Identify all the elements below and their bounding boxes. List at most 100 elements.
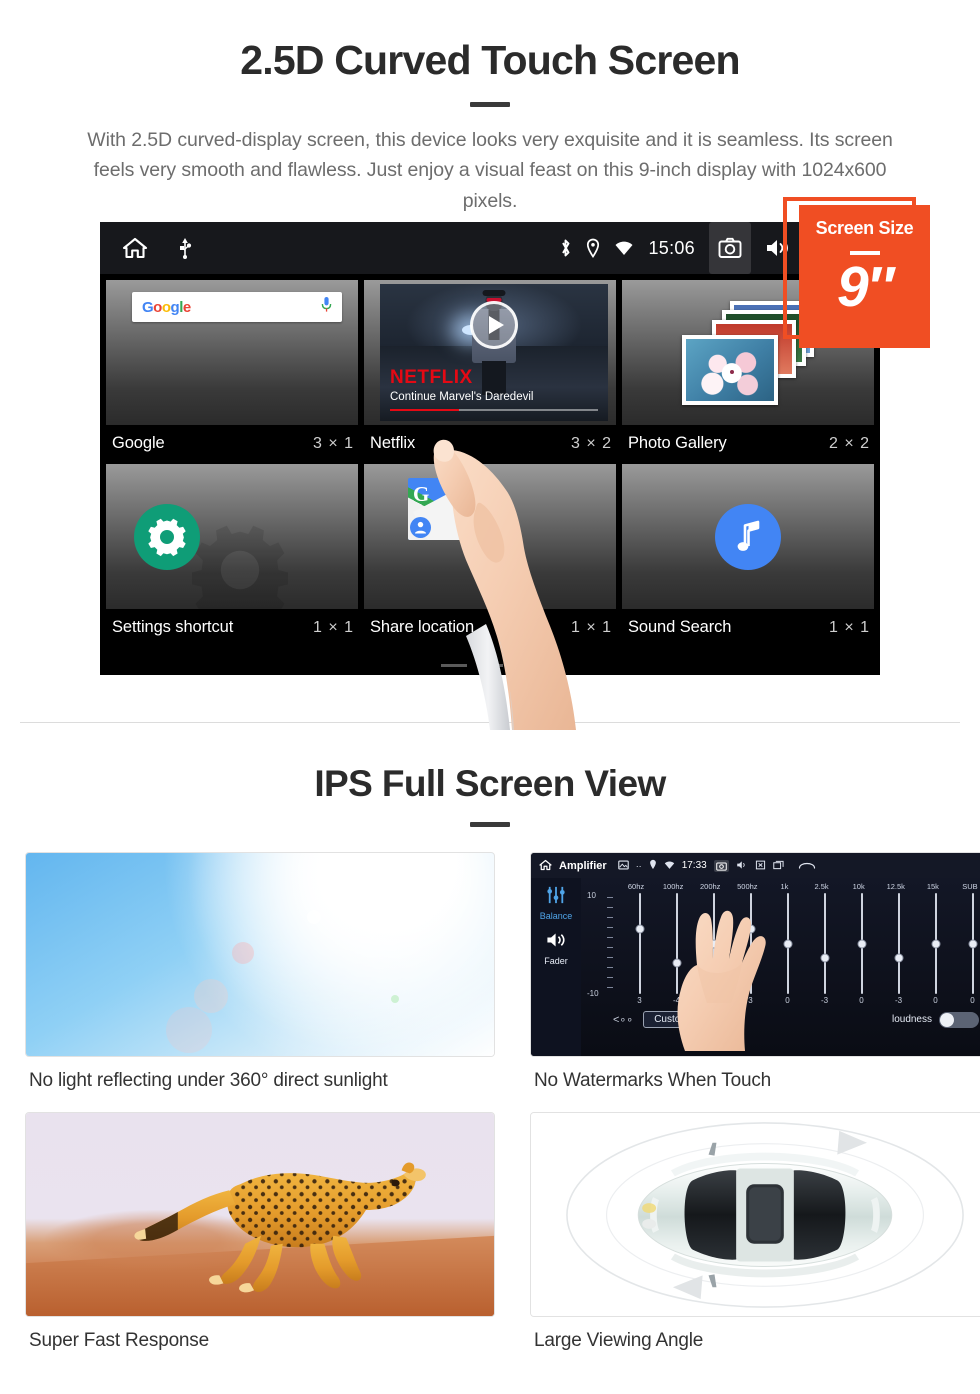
netflix-brand: NETFLIX	[390, 367, 473, 388]
fader-label[interactable]: Fader	[544, 956, 568, 966]
volume-icon[interactable]	[736, 860, 748, 872]
photo-thumb-front	[682, 334, 778, 405]
widget-name: Photo Gallery	[628, 434, 727, 452]
widget-label-row: Netflix 3 × 2	[364, 425, 616, 464]
widget-cell-settings-shortcut[interactable]: Settings shortcut 1 × 1	[106, 464, 358, 648]
eq-band-value: 0	[970, 996, 975, 1005]
amp-status-bar: Amplifier ·· 17:33	[531, 853, 980, 878]
card-caption: No light reflecting under 360° direct su…	[29, 1070, 388, 1091]
eq-band-label: 12.5k	[886, 882, 905, 891]
eq-slider[interactable]	[806, 891, 843, 996]
widget-size: 2 × 2	[828, 434, 870, 452]
running-cheetah-image	[25, 1112, 495, 1317]
eq-slider[interactable]	[954, 891, 980, 996]
ips-full-screen-view-section: IPS Full Screen View No light reflecting…	[0, 723, 980, 1358]
amp-clock: 17:33	[681, 860, 707, 871]
feature-card-grid: No light reflecting under 360° direct su…	[0, 827, 980, 1358]
usb-icon[interactable]	[178, 237, 192, 259]
eq-slider[interactable]	[880, 891, 917, 996]
widget-size: 3 × 1	[312, 434, 354, 452]
section2-title: IPS Full Screen View	[314, 763, 666, 804]
eq-band-value: -3	[820, 996, 829, 1005]
eq-slider[interactable]	[843, 891, 880, 996]
feature-card-cheetah: Super Fast Response	[25, 1112, 495, 1358]
car-rotation-diagram	[566, 1122, 964, 1308]
feature-card-amplifier: Amplifier ·· 17:33 Balance Fader 60hz 10…	[530, 852, 980, 1098]
widget-cell-share-location[interactable]: G Share location 1 × 1	[364, 464, 616, 648]
widget-cell-google[interactable]: Google Google 3 × 1	[106, 280, 358, 464]
widget-name: Google	[112, 434, 165, 452]
settings-shortcut-widget[interactable]	[106, 464, 358, 609]
card-caption: No Watermarks When Touch	[534, 1070, 772, 1091]
balance-label[interactable]: Balance	[540, 911, 573, 921]
netflix-widget[interactable]: NETFLIX Continue Marvel's Daredevil	[364, 280, 616, 425]
more-icon[interactable]: ··	[636, 861, 642, 871]
page-dot[interactable]	[477, 664, 503, 667]
eq-band-label: 1k	[780, 882, 789, 891]
eq-slider-knob[interactable]	[635, 924, 644, 934]
widget-size: 1 × 1	[828, 618, 870, 636]
eq-band-value: 0	[933, 996, 938, 1005]
back-arrow-icon[interactable]	[798, 860, 816, 872]
eq-slider-knob[interactable]	[931, 939, 940, 948]
recent-apps-icon[interactable]	[772, 860, 785, 872]
eq-slider-knob[interactable]	[894, 953, 903, 963]
amp-side-nav: Balance Fader	[531, 878, 581, 1056]
gallery-icon[interactable]	[617, 860, 629, 872]
eq-band-label: 15k	[926, 882, 939, 891]
page-dot[interactable]	[441, 664, 467, 667]
eq-band-label: 100hz	[662, 882, 684, 891]
widget-label-row: Photo Gallery 2 × 2	[622, 425, 874, 464]
google-maps-icon[interactable]: G	[408, 478, 470, 540]
eq-band-label: 2.5k	[814, 882, 829, 891]
gear-icon[interactable]	[134, 503, 200, 570]
car-top-view-image	[530, 1112, 980, 1317]
eq-band-label: SUB	[962, 882, 978, 891]
cheetah-silhouette	[134, 1162, 426, 1293]
eq-band-label: 10k	[852, 882, 865, 891]
wifi-icon	[664, 860, 675, 872]
feature-card-sunlight: No light reflecting under 360° direct su…	[25, 852, 495, 1098]
eq-slider-track	[897, 893, 900, 994]
microphone-icon[interactable]	[321, 296, 332, 318]
eq-slider-knob[interactable]	[857, 939, 866, 948]
page-indicator[interactable]	[100, 664, 880, 667]
camera-icon[interactable]	[709, 222, 751, 274]
eq-slider-knob[interactable]	[820, 953, 829, 963]
amplifier-equalizer-image: Amplifier ·· 17:33 Balance Fader 60hz 10…	[530, 852, 980, 1057]
widget-cell-sound-search[interactable]: Sound Search 1 × 1	[622, 464, 874, 648]
search-input[interactable]: Google	[132, 292, 342, 322]
widget-name: Settings shortcut	[112, 618, 234, 636]
eq-slider-knob[interactable]	[968, 939, 977, 948]
preset-prev-icon[interactable]: <∘∘	[613, 1013, 633, 1026]
blue-sky-sun-flare-image	[25, 852, 495, 1057]
page-dot-active[interactable]	[513, 664, 539, 667]
screen-size-badge: Screen Size 9″	[799, 205, 930, 348]
wifi-icon	[614, 239, 634, 257]
home-icon[interactable]	[122, 236, 148, 260]
camera-icon[interactable]	[713, 859, 729, 872]
home-icon[interactable]	[539, 859, 552, 873]
loudness-toggle[interactable]	[939, 1011, 979, 1028]
share-location-widget[interactable]: G	[364, 464, 616, 609]
google-search-widget[interactable]: Google	[106, 280, 358, 425]
play-icon[interactable]	[470, 301, 518, 350]
close-box-icon[interactable]	[755, 860, 766, 872]
widget-cell-netflix[interactable]: NETFLIX Continue Marvel's Daredevil Netf…	[364, 280, 616, 464]
netflix-subtitle: Continue Marvel's Daredevil	[390, 391, 534, 403]
loudness-label: loudness	[891, 1014, 932, 1025]
music-note-icon[interactable]	[715, 503, 781, 570]
sound-search-widget[interactable]	[622, 464, 874, 609]
location-pin-icon	[586, 238, 600, 258]
eq-slider[interactable]	[917, 891, 954, 996]
widget-size: 1 × 1	[570, 618, 612, 636]
eq-band-label: 500hz	[737, 882, 758, 891]
widget-label-row: Share location 1 × 1	[364, 609, 616, 648]
eq-band-value: 0	[859, 996, 864, 1005]
curved-touch-screen-section: 2.5D Curved Touch Screen With 2.5D curve…	[0, 0, 980, 730]
card-caption: Super Fast Response	[29, 1330, 209, 1351]
speaker-icon[interactable]	[545, 931, 567, 954]
feature-card-viewing-angle: Large Viewing Angle	[530, 1112, 980, 1358]
google-logo: Google	[142, 298, 191, 316]
sliders-icon[interactable]	[546, 886, 566, 909]
